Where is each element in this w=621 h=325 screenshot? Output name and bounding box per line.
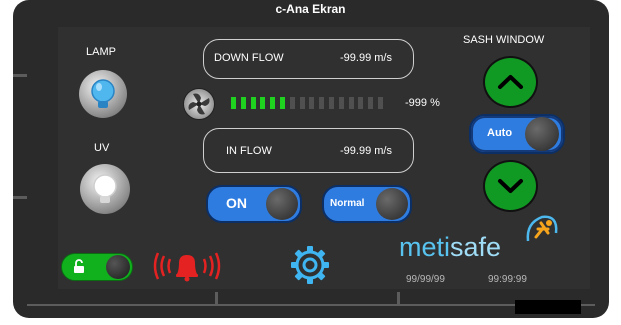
fan-icon [188, 93, 210, 115]
fan-percent-text: -999 % [405, 97, 440, 109]
left-edge-mark [13, 196, 27, 199]
toggle-knob [525, 117, 559, 151]
toggle-knob [266, 188, 298, 220]
fan-level-segment [348, 97, 354, 109]
mode-toggle-label: Normal [330, 198, 365, 209]
brand-logo: metisafe [399, 215, 559, 268]
fan-level-segment [338, 97, 344, 109]
status-strip [515, 300, 581, 314]
lamp-button[interactable] [79, 70, 127, 118]
unlock-icon [74, 259, 84, 273]
bottom-edge-line [27, 304, 595, 306]
sash-mode-toggle[interactable]: Auto [469, 114, 565, 154]
window-title: c-Ana Ekran [275, 2, 346, 16]
sash-window-label: SASH WINDOW [463, 34, 545, 46]
chevron-up-icon [498, 75, 523, 89]
left-edge-mark [13, 74, 27, 77]
footer-date: 99/99/99 [406, 274, 445, 285]
fan-level-segment [270, 97, 276, 109]
brand-figure-icon [526, 215, 558, 242]
toggle-knob [376, 188, 408, 220]
sash-mode-label: Auto [487, 127, 513, 139]
fan-level-segment [319, 97, 325, 109]
down-flow-label: DOWN FLOW [214, 52, 284, 64]
lightbulb-icon [91, 79, 115, 108]
lock-toggle[interactable] [61, 253, 133, 281]
fan-level-segment [378, 97, 383, 109]
fan-level-segment [358, 97, 364, 109]
chevron-down-icon [498, 179, 523, 193]
uv-label: UV [94, 142, 110, 154]
fan-level-segment [368, 97, 374, 109]
fan-level-segment [309, 97, 315, 109]
sash-down-button[interactable] [483, 160, 538, 212]
fan-button[interactable] [183, 88, 215, 120]
fan-level-segment [299, 97, 305, 109]
brand-logo-text: metisafe [399, 232, 502, 262]
in-flow-value: -99.99 m/s [340, 145, 392, 157]
fan-level-segment [280, 97, 285, 109]
toggle-knob [106, 255, 130, 279]
down-flow-box: DOWN FLOW -99.99 m/s [203, 39, 414, 79]
gear-icon [291, 246, 329, 284]
bottom-edge-mark [397, 292, 400, 304]
lightbulb-icon [93, 174, 117, 203]
fan-level-segment [329, 97, 334, 109]
fan-level-segment [260, 97, 266, 109]
fan-level-segment [289, 97, 295, 109]
down-flow-value: -99.99 m/s [340, 52, 392, 64]
alarm-bell-icon [153, 252, 221, 282]
fan-level-segment [231, 97, 236, 109]
alarm-button[interactable] [152, 246, 222, 286]
in-flow-label: IN FLOW [226, 145, 272, 157]
power-toggle-label: ON [226, 195, 247, 211]
settings-button[interactable] [287, 244, 333, 286]
bottom-edge-mark [215, 292, 218, 304]
in-flow-box: IN FLOW -99.99 m/s [203, 128, 414, 173]
mode-toggle[interactable]: Normal [322, 185, 412, 223]
sash-up-button[interactable] [483, 56, 538, 108]
uv-button[interactable] [80, 164, 130, 214]
fan-level-segment [250, 97, 256, 109]
lamp-label: LAMP [86, 46, 116, 58]
footer-time: 99:99:99 [488, 274, 527, 285]
fan-level-segment [240, 97, 246, 109]
power-toggle[interactable]: ON [206, 185, 302, 223]
